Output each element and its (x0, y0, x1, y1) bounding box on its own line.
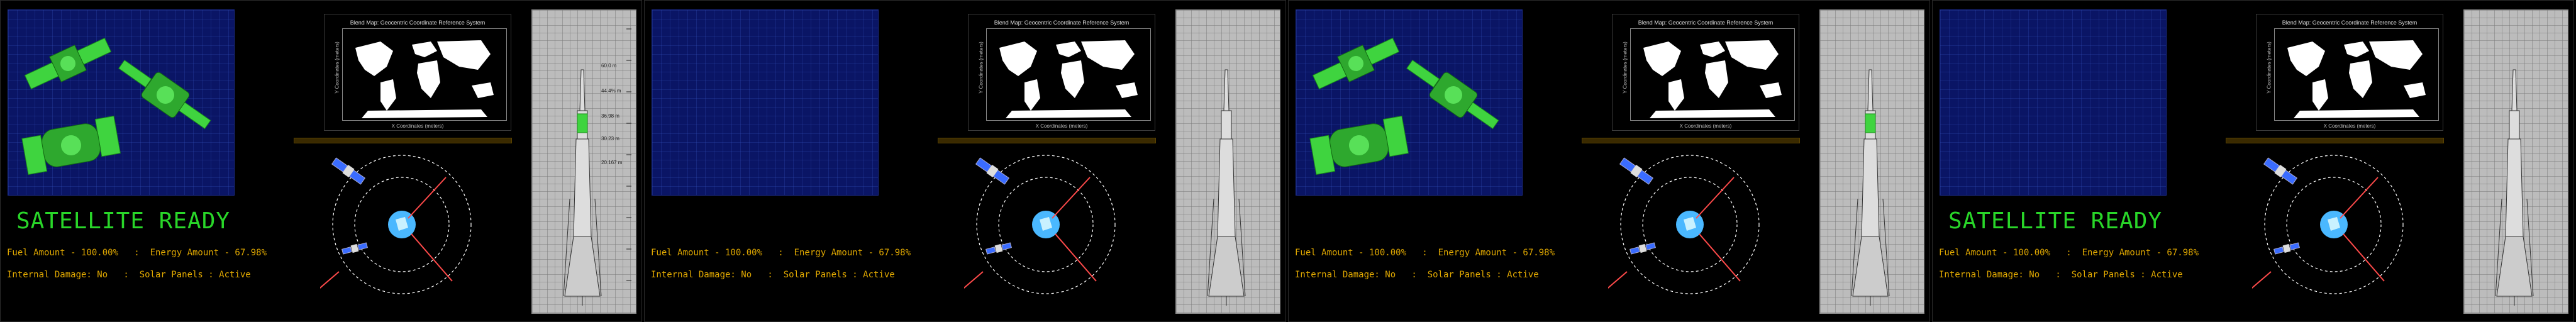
world-map-panel: Blend Map: Geocentric Coordinate Referen… (1612, 14, 1799, 131)
satellite-icons (21, 37, 211, 175)
fuel-energy-readout: Fuel Amount - 100.00% : Energy Amount - … (651, 248, 911, 258)
divider-bar (1582, 138, 1800, 143)
sim-panel-3: Fuel Amount - 100.00% : Energy Amount - … (1288, 0, 1930, 322)
orbit-radar[interactable] (964, 149, 1128, 313)
rocket-ruler[interactable] (1175, 9, 1280, 314)
satellite-icon (1629, 242, 1656, 255)
sim-panel-4: SATELLITE READY Fuel Amount - 100.00% : … (1932, 0, 2574, 322)
world-map-panel: Blend Map: Geocentric Coordinate Referen… (968, 14, 1155, 131)
damage-panels-readout: Internal Damage: No : Solar Panels : Act… (1939, 270, 2183, 280)
damage-panels-readout: Internal Damage: No : Solar Panels : Act… (7, 270, 251, 280)
rocket-icon (1851, 69, 1890, 306)
map-title: Blend Map: Geocentric Coordinate Referen… (994, 19, 1130, 26)
altitude-label: 36.98 m (601, 113, 619, 119)
world-map-panel: Blend Map: Geocentric Coordinate Referen… (324, 14, 511, 131)
rocket-ruler[interactable] (1819, 9, 1924, 314)
fuel-energy-readout: Fuel Amount - 100.00% : Energy Amount - … (1295, 248, 1555, 258)
orbit-radar[interactable] (2252, 149, 2416, 313)
sim-panel-2: Fuel Amount - 100.00% : Energy Amount - … (644, 0, 1286, 322)
satellite-icon (1619, 157, 1654, 185)
altitude-label: 60.0 m (601, 63, 617, 69)
satellite-icon (341, 242, 368, 255)
altitude-label: 30.23 m (601, 136, 619, 142)
satellite-icon (118, 59, 211, 130)
altitude-label: 20.167 m (601, 160, 623, 165)
world-map-icon (1643, 40, 1782, 118)
satellite-icon (975, 157, 1010, 185)
fuel-energy-readout: Fuel Amount - 100.00% : Energy Amount - … (7, 248, 267, 258)
world-map[interactable] (986, 28, 1151, 121)
world-map[interactable] (2274, 28, 2439, 121)
status-title: SATELLITE READY (1948, 208, 2163, 234)
rocket-icon (2495, 69, 2534, 306)
satellite-icons (1309, 37, 1499, 175)
satellite-icon (331, 157, 366, 185)
altitude-label: 44.4% m (601, 88, 621, 94)
world-map-icon (2287, 40, 2426, 118)
world-map[interactable] (342, 28, 507, 121)
satellite-view[interactable] (8, 9, 235, 196)
status-title: SATELLITE READY (16, 208, 231, 234)
world-map[interactable] (1630, 28, 1795, 121)
divider-bar (938, 138, 1156, 143)
fuel-energy-readout: Fuel Amount - 100.00% : Energy Amount - … (1939, 248, 2199, 258)
satellite-icon (21, 115, 121, 175)
divider-bar (2226, 138, 2444, 143)
rocket-ruler[interactable] (2463, 9, 2568, 314)
satellite-view[interactable] (1296, 9, 1523, 196)
map-ylabel: Y Coordinates (meters) (2266, 42, 2272, 94)
world-map-panel: Blend Map: Geocentric Coordinate Referen… (2256, 14, 2443, 131)
map-title: Blend Map: Geocentric Coordinate Referen… (350, 19, 486, 26)
satellite-icon (24, 37, 112, 90)
world-map-icon (999, 40, 1138, 118)
satellite-icon (1406, 59, 1499, 130)
satellite-icon (1309, 115, 1409, 175)
map-title: Blend Map: Geocentric Coordinate Referen… (1638, 19, 1774, 26)
map-xlabel: X Coordinates (meters) (2323, 123, 2376, 129)
damage-panels-readout: Internal Damage: No : Solar Panels : Act… (1295, 270, 1539, 280)
satellite-icon (1312, 37, 1400, 90)
satellite-icon (2273, 242, 2300, 255)
map-ylabel: Y Coordinates (meters) (978, 42, 984, 94)
satellite-icon (2263, 157, 2298, 185)
divider-bar (294, 138, 512, 143)
orbit-radar[interactable] (1608, 149, 1772, 313)
satellite-icon (985, 242, 1012, 255)
satellite-view[interactable] (652, 9, 879, 196)
map-xlabel: X Coordinates (meters) (1035, 123, 1088, 129)
orbit-radar[interactable] (320, 149, 484, 313)
map-ylabel: Y Coordinates (meters) (334, 42, 340, 94)
world-map-icon (355, 40, 494, 118)
map-title: Blend Map: Geocentric Coordinate Referen… (2282, 19, 2418, 26)
map-xlabel: X Coordinates (meters) (1679, 123, 1732, 129)
damage-panels-readout: Internal Damage: No : Solar Panels : Act… (651, 270, 895, 280)
map-xlabel: X Coordinates (meters) (391, 123, 444, 129)
map-ylabel: Y Coordinates (meters) (1622, 42, 1628, 94)
sim-panel-1: SATELLITE READY Fuel Amount - 100.00% : … (0, 0, 642, 322)
satellite-view[interactable] (1940, 9, 2167, 196)
rocket-icon (1207, 69, 1246, 306)
rocket-ruler[interactable]: 60.0 m 44.4% m 36.98 m 30.23 m 20.167 m (531, 9, 636, 314)
